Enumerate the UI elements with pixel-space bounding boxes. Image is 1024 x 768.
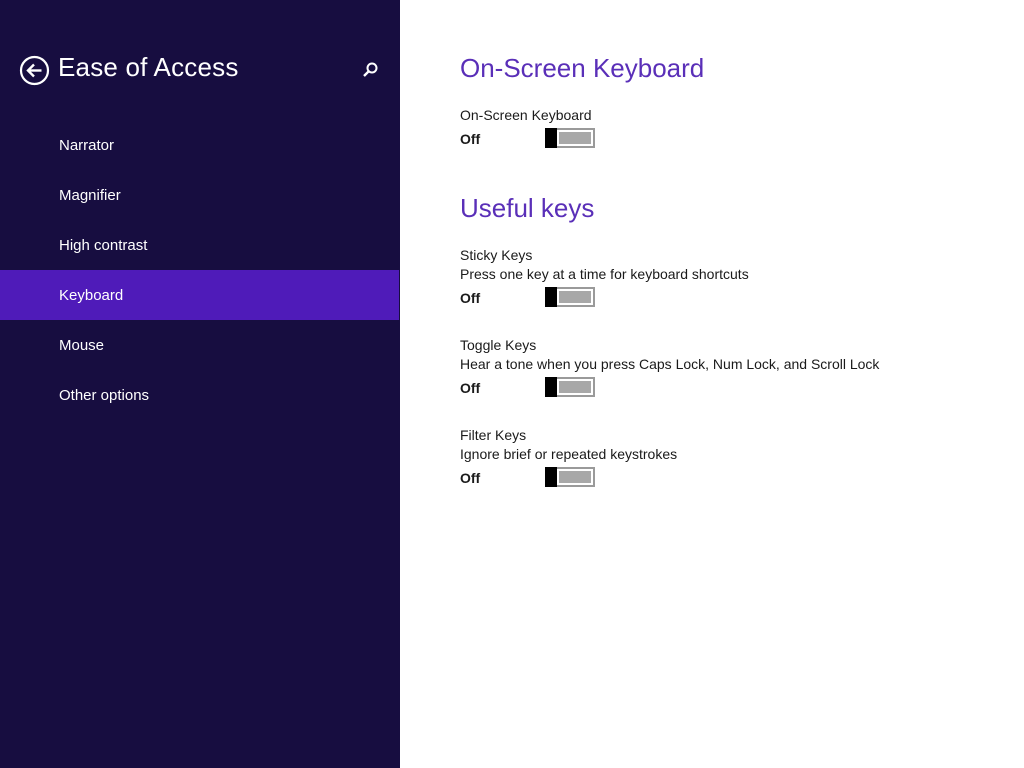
setting-filter-keys: Filter Keys Ignore brief or repeated key… [460, 426, 1020, 491]
sidebar-item-label: Other options [59, 386, 150, 404]
toggle-track [559, 471, 591, 483]
toggle-row: Off [460, 377, 1020, 401]
sidebar-item-label: Keyboard [59, 286, 124, 304]
sticky-keys-toggle[interactable] [545, 287, 595, 307]
setting-label: On-Screen Keyboard [460, 107, 592, 123]
main-content: On-Screen Keyboard On-Screen Keyboard Of… [460, 0, 1020, 768]
setting-label: Filter Keys [460, 427, 527, 443]
toggle-state-label: Off [460, 470, 481, 486]
sidebar-item-narrator[interactable]: Narrator [0, 120, 399, 170]
setting-description: Ignore brief or repeated keystrokes [460, 446, 678, 462]
page-title: Ease of Access [58, 52, 239, 82]
toggle-thumb [545, 377, 557, 397]
toggle-row: Off [460, 467, 1020, 491]
toggle-thumb [545, 287, 557, 307]
sidebar-item-label: High contrast [59, 236, 148, 254]
setting-description: Press one key at a time for keyboard sho… [460, 266, 749, 282]
setting-on-screen-keyboard: On-Screen Keyboard Off [460, 106, 1020, 152]
toggle-keys-toggle[interactable] [545, 377, 595, 397]
toggle-track [559, 132, 591, 144]
toggle-row: Off [460, 287, 1020, 311]
section-title-useful-keys: Useful keys [460, 193, 595, 223]
setting-toggle-keys: Toggle Keys Hear a tone when you press C… [460, 336, 1020, 401]
toggle-state-label: Off [460, 290, 481, 306]
sidebar-item-mouse[interactable]: Mouse [0, 320, 399, 370]
toggle-row: Off [460, 128, 1020, 152]
setting-label: Toggle Keys [460, 337, 537, 353]
sidebar-nav: Narrator Magnifier High contrast Keyboar… [0, 120, 400, 420]
sidebar-item-label: Mouse [59, 336, 105, 354]
sidebar-item-keyboard[interactable]: Keyboard [0, 270, 399, 320]
back-arrow-icon[interactable] [19, 55, 50, 86]
sidebar-item-label: Magnifier [59, 186, 121, 204]
setting-sticky-keys: Sticky Keys Press one key at a time for … [460, 246, 1020, 311]
on-screen-keyboard-toggle[interactable] [545, 128, 595, 148]
sidebar-item-high-contrast[interactable]: High contrast [0, 220, 399, 270]
toggle-thumb [545, 467, 557, 487]
toggle-state-label: Off [460, 131, 481, 147]
sidebar: Ease of Access Narrator Magnifier High c… [0, 0, 400, 768]
toggle-state-label: Off [460, 380, 481, 396]
sidebar-header: Ease of Access [0, 0, 400, 140]
sidebar-item-label: Narrator [59, 136, 115, 154]
sidebar-item-other-options[interactable]: Other options [0, 370, 399, 420]
toggle-track [559, 381, 591, 393]
setting-description: Hear a tone when you press Caps Lock, Nu… [460, 356, 880, 372]
setting-label: Sticky Keys [460, 247, 533, 263]
search-icon[interactable] [360, 60, 380, 80]
filter-keys-toggle[interactable] [545, 467, 595, 487]
toggle-thumb [545, 128, 557, 148]
sidebar-item-magnifier[interactable]: Magnifier [0, 170, 399, 220]
section-title-on-screen-keyboard: On-Screen Keyboard [460, 53, 705, 83]
toggle-track [559, 291, 591, 303]
